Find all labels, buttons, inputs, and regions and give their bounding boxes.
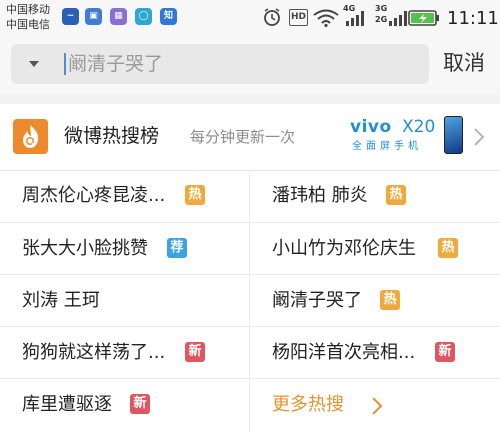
new-badge: 新 (130, 394, 150, 414)
hot-badge: 热 (386, 185, 406, 205)
hot-badge: 热 (185, 185, 205, 205)
ad-model: X20 (402, 117, 436, 137)
hot-search-header[interactable]: 微博热搜榜 每分钟更新一次 vivo X20 全面屏手机 (0, 104, 500, 171)
wifi-icon (313, 9, 339, 27)
hot-item-text: 张大大小脸挑赞 (22, 238, 148, 259)
phone-image (444, 116, 463, 154)
carrier-1: 中国移动 (6, 3, 50, 16)
hot-item-8[interactable]: 杨阳洋首次亮相... 新 (250, 327, 500, 379)
ad-brand: vivo (350, 117, 392, 137)
flame-search-icon (13, 119, 48, 154)
card-title: 微博热搜榜 (64, 125, 160, 147)
carrier-labels: 中国移动 中国电信 (6, 2, 50, 32)
hot-item-text: 潘玮柏 肺炎 (272, 185, 368, 206)
status-bar: 中国移动 中国电信 ~ ▣ ▦ ◯ 知 HD 4G 3G 2G 11:11 (0, 0, 500, 36)
hot-item-5[interactable]: 刘涛 王珂 (0, 275, 250, 327)
card-subtitle: 每分钟更新一次 (190, 128, 296, 146)
chevron-down-icon[interactable] (29, 61, 39, 67)
hot-badge: 热 (380, 290, 400, 310)
signal-icon-1 (346, 11, 364, 26)
search-input[interactable]: 阚清子哭了 (11, 44, 429, 84)
chevron-right-icon[interactable] (472, 126, 486, 148)
new-badge: 新 (185, 342, 205, 362)
more-hot-search-link[interactable]: 更多热搜 (250, 379, 500, 431)
bird-app-icon: ~ (62, 8, 79, 25)
hd-badge: HD (289, 9, 308, 26)
text-cursor (64, 53, 66, 75)
alarm-icon (264, 8, 280, 26)
hot-item-7[interactable]: 狗狗就这样荡了... 新 (0, 327, 250, 379)
search-query-text[interactable]: 阚清子哭了 (68, 50, 163, 78)
zhi-app-icon: 知 (160, 8, 177, 25)
carrier-2: 中国电信 (6, 18, 50, 31)
hot-item-text: 周杰伦心疼昆凌... (22, 185, 166, 206)
new-badge: 新 (435, 342, 455, 362)
hot-item-text: 小山竹为邓伦庆生 (272, 238, 416, 259)
hot-item-4[interactable]: 小山竹为邓伦庆生 热 (250, 223, 500, 275)
search-header: 阚清子哭了 取消 (0, 36, 500, 94)
vivo-ad-banner[interactable]: vivo X20 全面屏手机 (350, 116, 468, 160)
hot-item-2[interactable]: 潘玮柏 肺炎 热 (250, 170, 500, 223)
hot-item-1[interactable]: 周杰伦心疼昆凌... 热 (0, 170, 250, 223)
ad-tagline: 全面屏手机 (352, 141, 422, 152)
status-clock: 11:11 (447, 8, 499, 29)
hot-item-text: 狗狗就这样荡了... (22, 342, 166, 363)
gallery-app-icon: ▣ (85, 8, 102, 25)
circle-app-icon: ◯ (135, 8, 152, 25)
weibo-hot-search-card: 微博热搜榜 每分钟更新一次 vivo X20 全面屏手机 周杰伦心疼昆凌... … (0, 104, 500, 431)
chevron-right-icon (372, 397, 383, 415)
signal-icon-2 (389, 11, 407, 26)
hot-badge: 热 (438, 238, 458, 258)
hot-item-9[interactable]: 库里遭驱逐 新 (0, 379, 250, 431)
hot-item-text: 阚清子哭了 (272, 290, 362, 311)
network-3g-label: 3G (375, 4, 388, 13)
battery-charging-icon (408, 10, 439, 26)
network-2g-label: 2G (375, 15, 388, 24)
hot-item-text: 杨阳洋首次亮相... (272, 342, 416, 363)
hot-search-grid: 周杰伦心疼昆凌... 热 潘玮柏 肺炎 热 张大大小脸挑赞 荐 小山竹为邓伦庆生… (0, 170, 500, 431)
photo-app-icon: ▦ (110, 8, 127, 25)
hot-item-text: 库里遭驱逐 (22, 394, 112, 415)
more-hot-search-label: 更多热搜 (272, 394, 344, 415)
cancel-button[interactable]: 取消 (443, 46, 485, 80)
hot-item-6[interactable]: 阚清子哭了 热 (250, 275, 500, 327)
hot-item-3[interactable]: 张大大小脸挑赞 荐 (0, 223, 250, 275)
recommend-badge: 荐 (167, 238, 187, 258)
hot-item-text: 刘涛 王珂 (22, 290, 100, 311)
